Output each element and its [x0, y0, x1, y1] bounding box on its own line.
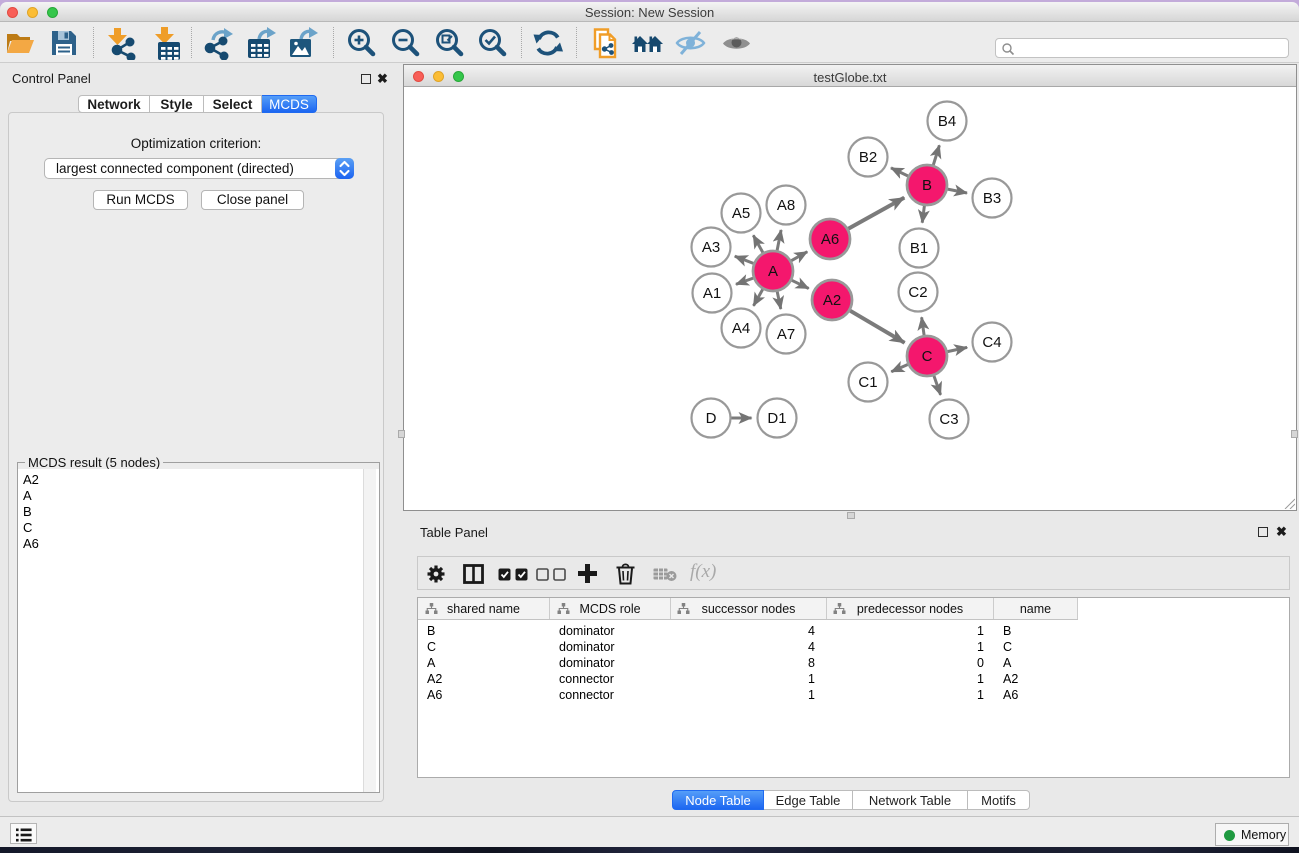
svg-text:A: A [768, 263, 778, 280]
svg-text:B: B [922, 177, 932, 194]
svg-text:B2: B2 [859, 149, 877, 166]
svg-text:C3: C3 [939, 411, 958, 428]
svg-text:A5: A5 [732, 205, 750, 222]
svg-text:A4: A4 [732, 320, 750, 337]
svg-text:B1: B1 [910, 240, 928, 257]
svg-text:A1: A1 [703, 285, 721, 302]
svg-text:C1: C1 [858, 374, 877, 391]
svg-text:D1: D1 [767, 410, 786, 427]
svg-text:C4: C4 [982, 334, 1001, 351]
svg-text:A7: A7 [777, 326, 795, 343]
svg-text:A8: A8 [777, 197, 795, 214]
svg-text:C2: C2 [908, 284, 927, 301]
svg-text:A3: A3 [702, 239, 720, 256]
svg-text:A2: A2 [823, 292, 841, 309]
svg-text:D: D [706, 410, 717, 427]
svg-text:B3: B3 [983, 190, 1001, 207]
svg-text:B4: B4 [938, 113, 956, 130]
svg-text:C: C [922, 348, 933, 365]
svg-text:A6: A6 [821, 231, 839, 248]
